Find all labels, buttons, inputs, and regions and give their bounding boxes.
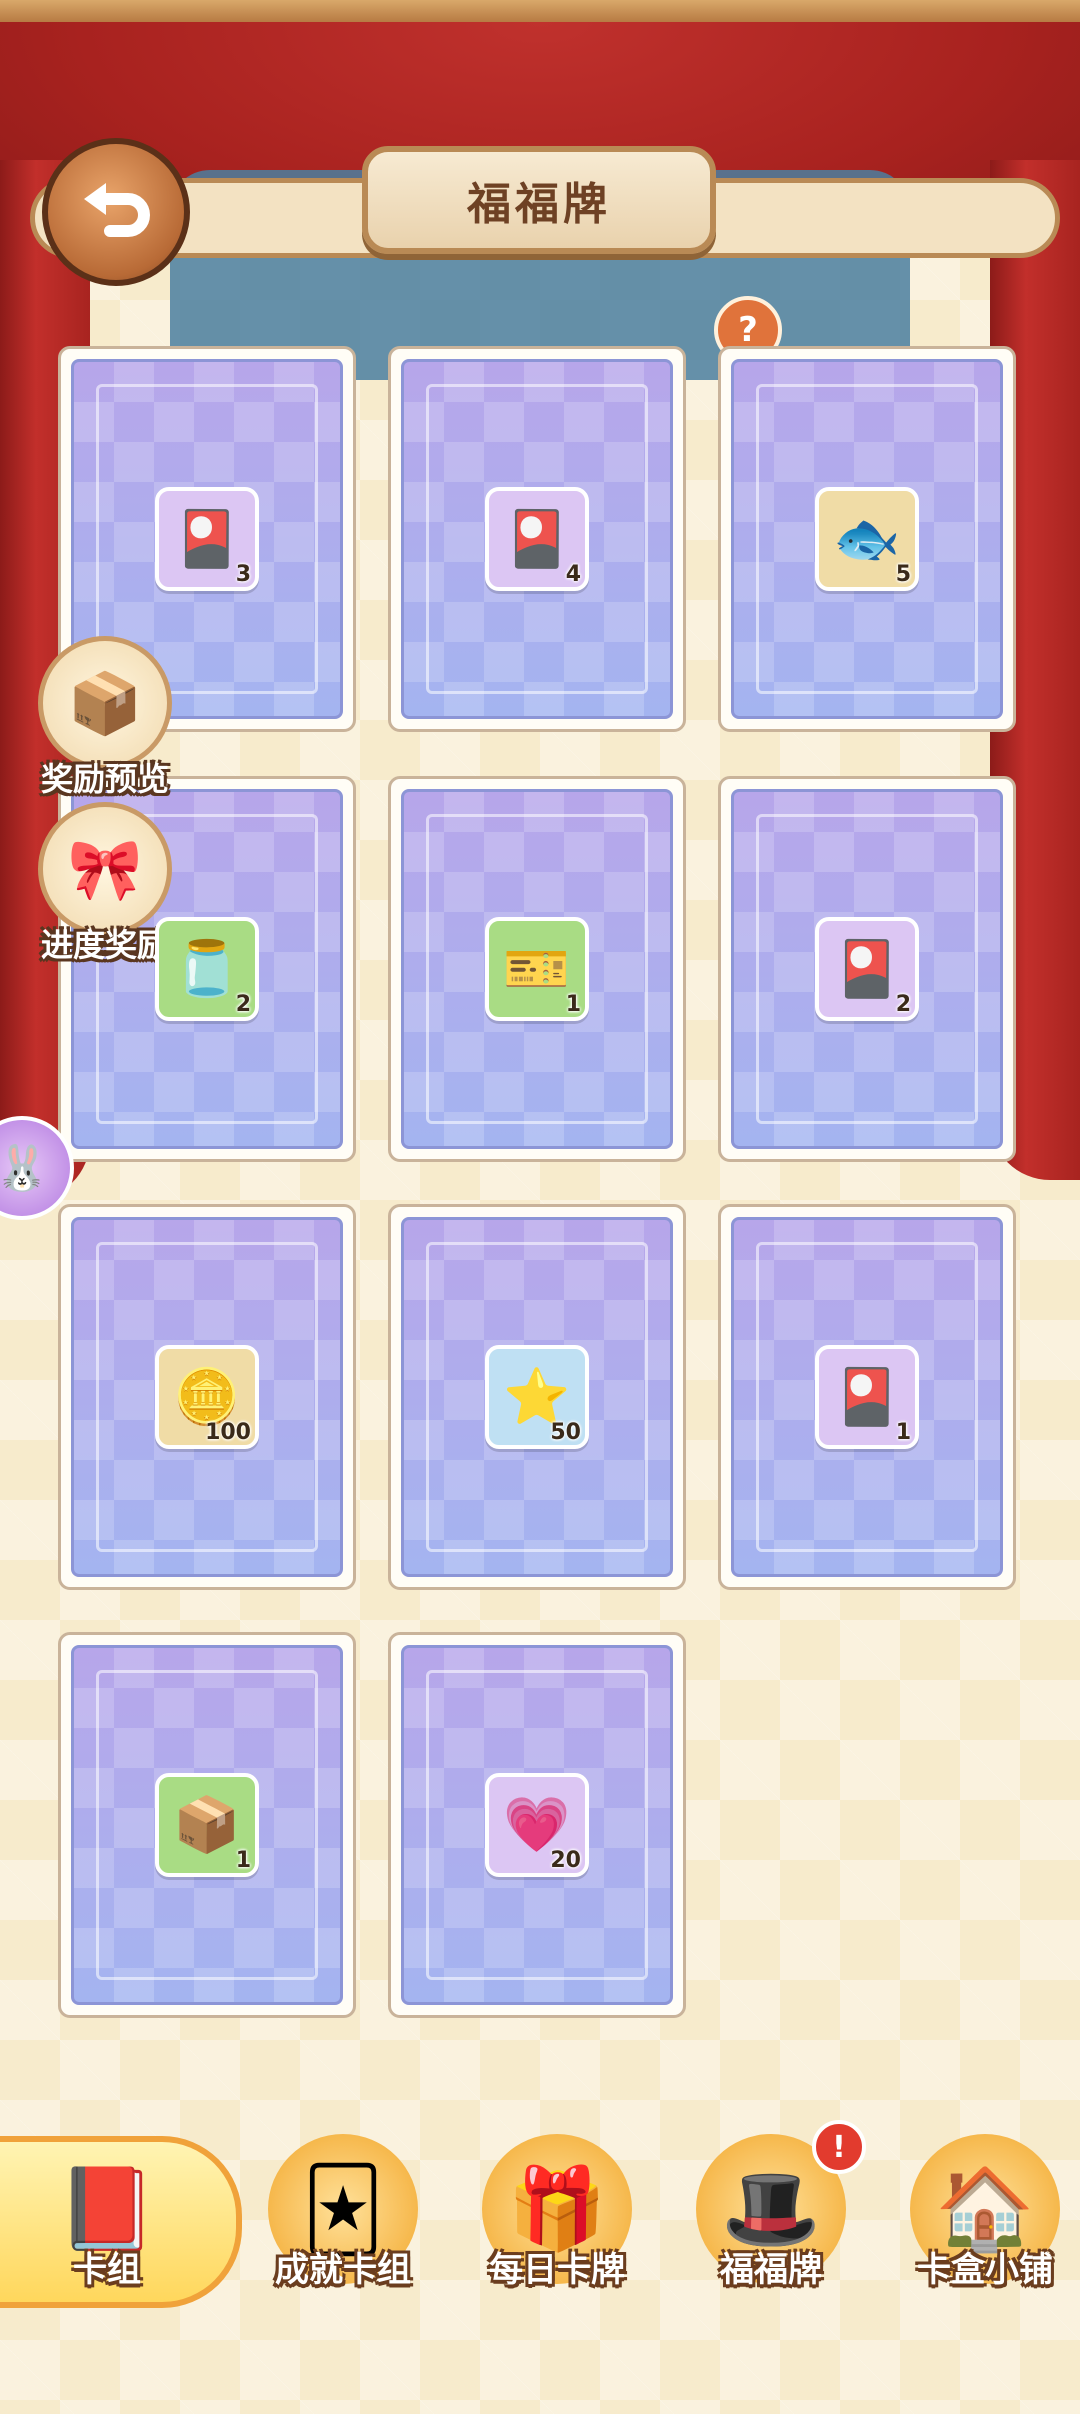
item-quantity: 50: [550, 1420, 581, 1445]
nav-label: 卡组: [73, 2250, 141, 2290]
mystery-box-icon: 📦: [38, 636, 172, 770]
card-back: 🐟 5: [731, 359, 1003, 719]
fortune-card[interactable]: 📦 1: [58, 1632, 356, 2018]
card-back: 🎴 4: [401, 359, 673, 719]
card-back: 🎴 1: [731, 1217, 1003, 1577]
fortune-card[interactable]: 🎫 1: [388, 776, 686, 1162]
item-quantity: 5: [895, 562, 911, 587]
pink-heart-icon: 💗 20: [485, 1773, 589, 1877]
card-back: ⭐ 50: [401, 1217, 673, 1577]
alert-badge: !: [812, 2120, 866, 2174]
back-arrow-icon: [84, 183, 150, 237]
card-back: 🎫 1: [401, 789, 673, 1149]
card-back: 💗 20: [401, 1645, 673, 2005]
nav-label: 成就卡组: [275, 2250, 411, 2290]
fortune-card[interactable]: 🎴 4: [388, 346, 686, 732]
item-quantity: 4: [565, 562, 581, 587]
green-card-pack-icon: 🎴 3: [155, 487, 259, 591]
item-quantity: 100: [205, 1420, 251, 1445]
nav-label: 每日卡牌: [489, 2250, 625, 2290]
herb-jar-icon: 🫙 2: [155, 917, 259, 1021]
coral-ticket-icon: 🎫 1: [485, 917, 589, 1021]
bottom-nav: 📕 卡组 🃏 成就卡组 🎁 每日卡牌 🎩 福福牌 🏠 卡盒小铺: [0, 2100, 1080, 2414]
red-card-pack-icon: 🎴 1: [815, 1345, 919, 1449]
reward-preview-label: 奖励预览: [40, 760, 169, 798]
bunny-coin-icon: 🪙 100: [155, 1345, 259, 1449]
nav-label: 卡盒小铺: [917, 2250, 1053, 2290]
item-quantity: 2: [895, 992, 911, 1017]
fortune-card[interactable]: 💗 20: [388, 1632, 686, 2018]
help-label: ?: [738, 310, 758, 350]
item-quantity: 20: [550, 1848, 581, 1873]
green-card-pack-icon: 🎴 4: [485, 487, 589, 591]
card-back: 🪙 100: [71, 1217, 343, 1577]
fortune-card[interactable]: 🪙 100: [58, 1204, 356, 1590]
stage-top-frame: [0, 0, 1080, 22]
purple-card-pack-icon: 🎴 2: [815, 917, 919, 1021]
nav-tab-card-book[interactable]: 📕 卡组: [22, 2134, 192, 2314]
page-title-plaque: 福福牌: [362, 146, 716, 254]
fish-food-bag-icon: 🐟 5: [815, 487, 919, 591]
item-quantity: 1: [235, 1848, 251, 1873]
item-quantity: 3: [235, 562, 251, 587]
item-quantity: 2: [235, 992, 251, 1017]
page-title: 福福牌: [467, 179, 611, 230]
fortune-card[interactable]: 🎴 2: [718, 776, 1016, 1162]
reward-preview-button[interactable]: 📦 奖励预览: [30, 636, 180, 800]
fortune-card[interactable]: 🎴 1: [718, 1204, 1016, 1590]
item-quantity: 1: [565, 992, 581, 1017]
gift-bow-icon: 🎀: [38, 802, 172, 936]
star-gem-icon: ⭐ 50: [485, 1345, 589, 1449]
card-back: 🎴 2: [731, 789, 1003, 1149]
fortune-card[interactable]: 🐟 5: [718, 346, 1016, 732]
nav-tab-daily-card[interactable]: 🎁 每日卡牌: [472, 2134, 642, 2314]
item-quantity: 1: [895, 1420, 911, 1445]
nav-label: 福福牌: [720, 2250, 822, 2290]
fortune-card[interactable]: ⭐ 50: [388, 1204, 686, 1590]
nav-tab-achievement[interactable]: 🃏 成就卡组: [258, 2134, 428, 2314]
gift-box-icon: 📦 1: [155, 1773, 259, 1877]
card-back: 📦 1: [71, 1645, 343, 2005]
back-button[interactable]: [42, 138, 190, 286]
nav-tab-card-shop[interactable]: 🏠 卡盒小铺: [900, 2134, 1070, 2314]
